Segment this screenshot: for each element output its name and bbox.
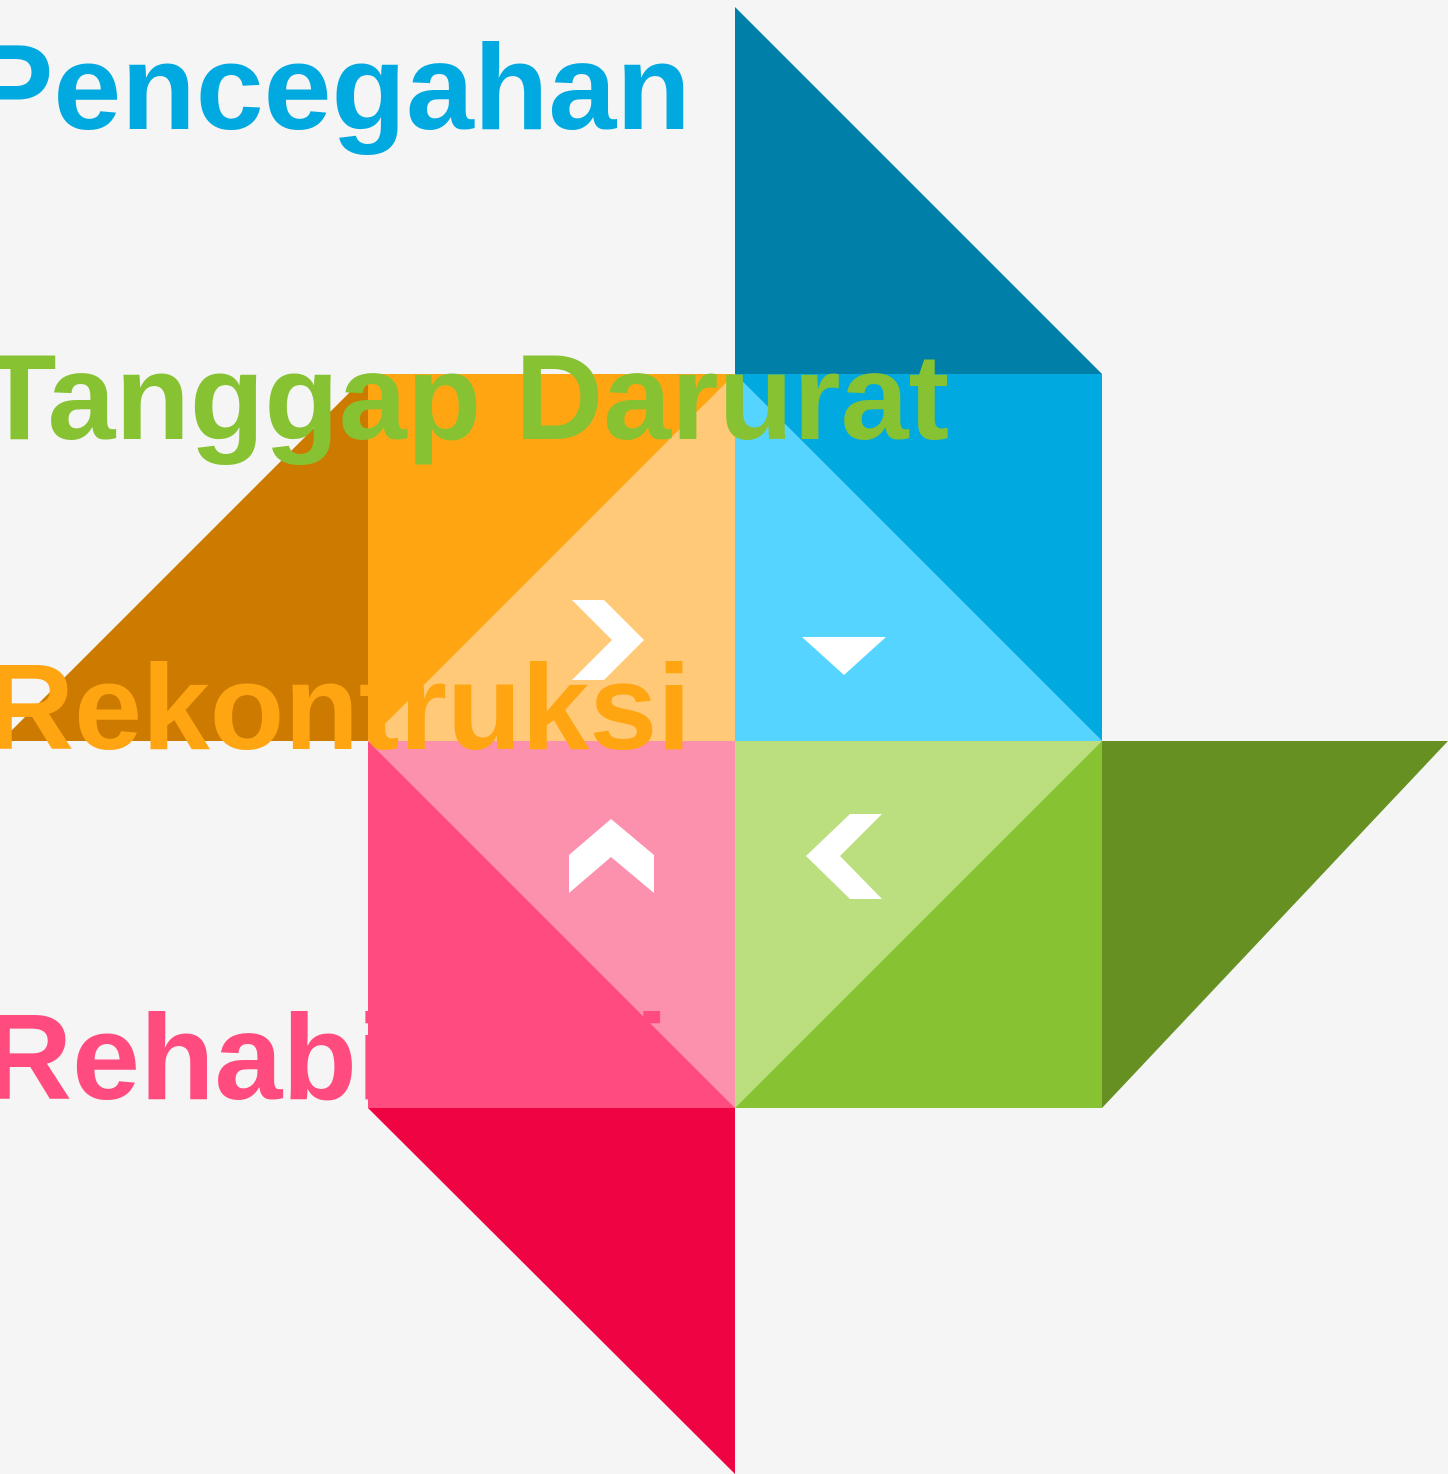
blade-bottom-dark — [368, 1108, 735, 1474]
pinwheel-diagram: Pencegahan Tanggap Darurat Rekontruksi R… — [0, 0, 1448, 1474]
blade-right-dark — [1102, 741, 1448, 1108]
label-pencegahan: Pencegahan — [0, 19, 691, 155]
label-rekontruksi: Rekontruksi — [0, 639, 692, 775]
blade-top-dark — [735, 7, 1102, 374]
label-tanggap-darurat: Tanggap Darurat — [0, 329, 950, 465]
label-rehabilitasi: Rehabilitasi — [0, 989, 669, 1125]
